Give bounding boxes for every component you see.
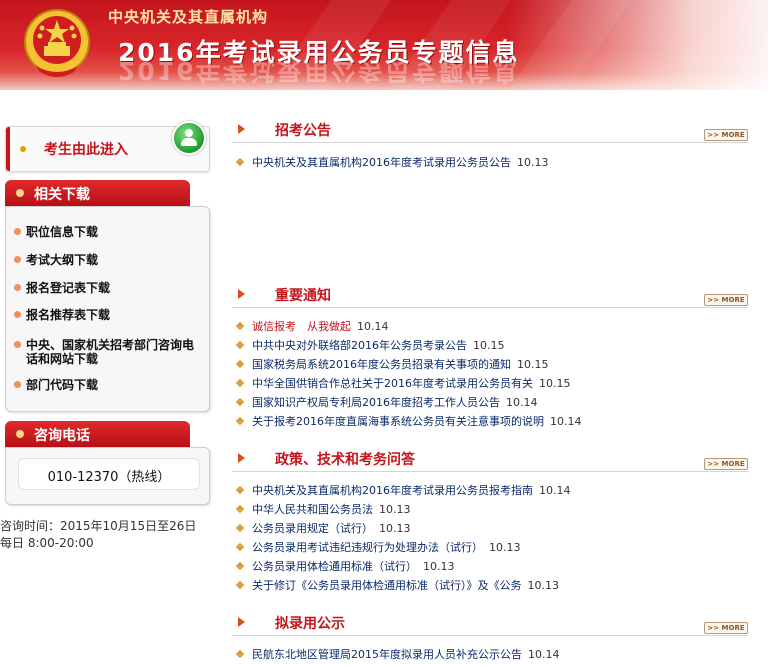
bullet-icon xyxy=(14,341,21,348)
news-item[interactable]: 国家税务局系统2016年度公务员招录有关事项的通知 10.15 xyxy=(235,358,549,372)
downloads-title: 相关下载 xyxy=(34,187,90,203)
diamond-bullet-icon xyxy=(235,378,245,388)
news-item[interactable]: 中华全国供销合作总社关于2016年度考试录用公务员有关 10.15 xyxy=(235,377,571,391)
section-title: 拟录用公示 xyxy=(275,616,345,632)
consult-hours: 咨询时间：2015年10月15日至26日 xyxy=(0,519,197,533)
bullet-icon xyxy=(14,284,21,291)
news-item[interactable]: 关于报考2016年度直属海事系统公务员有关注意事项的说明 10.14 xyxy=(235,415,582,429)
hotline-number: 010-12370（热线） xyxy=(47,470,171,485)
phone-box: 010-12370（热线） xyxy=(18,458,200,490)
arrow-icon xyxy=(238,453,245,463)
news-item[interactable]: 关于修订《公务员录用体检通用标准（试行）》及《公务 10.13 xyxy=(235,579,559,593)
diamond-bullet-icon xyxy=(235,416,245,426)
diamond-bullet-icon xyxy=(235,580,245,590)
diamond-bullet-icon xyxy=(235,397,245,407)
download-link-department-contacts[interactable]: 中央、国家机关招考部门咨询电话和网站下载 xyxy=(14,338,204,366)
banner-glow xyxy=(508,0,768,90)
bullet-icon xyxy=(14,381,21,388)
section-title: 政策、技术和考务问答 xyxy=(275,452,415,468)
diamond-bullet-icon xyxy=(235,523,245,533)
download-link-registration-form[interactable]: 报名登记表下载 xyxy=(14,281,204,295)
diamond-bullet-icon xyxy=(235,157,245,167)
entry-accent-bar xyxy=(6,127,10,171)
candidate-entry-label: 考生由此进入 xyxy=(44,142,128,158)
bullet-icon xyxy=(14,311,21,318)
diamond-bullet-icon xyxy=(235,542,245,552)
downloads-tab: 相关下载 xyxy=(5,180,190,206)
national-emblem-icon xyxy=(24,9,90,77)
header-banner: 中央机关及其直属机构 2016年考试录用公务员专题信息 2016年考试录用公务员… xyxy=(0,0,768,90)
phone-panel: 010-12370（热线） xyxy=(5,447,210,505)
news-item[interactable]: 诚信报考 从我做起 10.14 xyxy=(235,320,389,334)
more-button[interactable]: >> MORE xyxy=(704,129,748,141)
diamond-bullet-icon xyxy=(235,485,245,495)
more-button[interactable]: >> MORE xyxy=(704,622,748,634)
section-header-policy-qa: 政策、技术和考务问答 >> MORE xyxy=(232,449,748,472)
banner-title-reflection: 2016年考试录用公务员专题信息 xyxy=(118,60,520,85)
news-item[interactable]: 公务员录用体检通用标准（试行） 10.13 xyxy=(235,560,455,574)
diamond-bullet-icon xyxy=(235,649,245,659)
news-item[interactable]: 国家知识产权局专利局2016年度招考工作人员公告 10.14 xyxy=(235,396,538,410)
banner-subtitle: 中央机关及其直属机构 xyxy=(108,8,269,26)
section-header-proposed-hires: 拟录用公示 >> MORE xyxy=(232,613,748,636)
download-link-recommendation-form[interactable]: 报名推荐表下载 xyxy=(14,308,204,322)
diamond-bullet-icon xyxy=(235,561,245,571)
arrow-icon xyxy=(238,617,245,627)
section-title: 重要通知 xyxy=(275,288,331,304)
news-item[interactable]: 中华人民共和国公务员法 10.13 xyxy=(235,503,411,517)
diamond-bullet-icon xyxy=(235,504,245,514)
arrow-icon xyxy=(238,124,245,134)
arrow-icon xyxy=(238,289,245,299)
diamond-bullet-icon xyxy=(235,321,245,331)
download-link-syllabus[interactable]: 考试大纲下载 xyxy=(14,253,204,267)
download-link-positions[interactable]: 职位信息下载 xyxy=(14,225,204,239)
consult-daily-hours: 每日 8:00-20:00 xyxy=(0,536,94,550)
bullet-icon xyxy=(14,228,21,235)
news-item[interactable]: 民航东北地区管理局2015年度拟录用人员补充公示公告 10.14 xyxy=(235,648,560,662)
section-title: 招考公告 xyxy=(275,123,331,139)
download-link-department-codes[interactable]: 部门代码下载 xyxy=(14,378,204,392)
phone-tab: 咨询电话 xyxy=(5,421,190,447)
diamond-bullet-icon xyxy=(235,359,245,369)
diamond-bullet-icon xyxy=(235,340,245,350)
section-header-recruitment-notice: 招考公告 >> MORE xyxy=(232,120,748,143)
more-button[interactable]: >> MORE xyxy=(704,458,748,470)
phone-title: 咨询电话 xyxy=(34,428,90,444)
bullet-icon xyxy=(16,430,24,438)
news-item[interactable]: 公务员录用考试违纪违规行为处理办法（试行） 10.13 xyxy=(235,541,521,555)
more-button[interactable]: >> MORE xyxy=(704,294,748,306)
bullet-icon xyxy=(14,256,21,263)
news-item[interactable]: 公务员录用规定（试行） 10.13 xyxy=(235,522,411,536)
news-item[interactable]: 中共中央对外联络部2016年公务员考录公告 10.15 xyxy=(235,339,505,353)
downloads-panel: 职位信息下载 考试大纲下载 报名登记表下载 报名推荐表下载 中央、国家机关招考部… xyxy=(5,206,210,412)
bullet-icon xyxy=(16,189,24,197)
user-icon[interactable] xyxy=(172,121,206,155)
news-item[interactable]: 中央机关及其直属机构2016年度考试录用公务员公告 10.13 xyxy=(235,156,549,170)
news-item[interactable]: 中央机关及其直属机构2016年度考试录用公务员报考指南 10.14 xyxy=(235,484,571,498)
bullet-icon xyxy=(20,146,26,152)
section-header-important-notice: 重要通知 >> MORE xyxy=(232,285,748,308)
